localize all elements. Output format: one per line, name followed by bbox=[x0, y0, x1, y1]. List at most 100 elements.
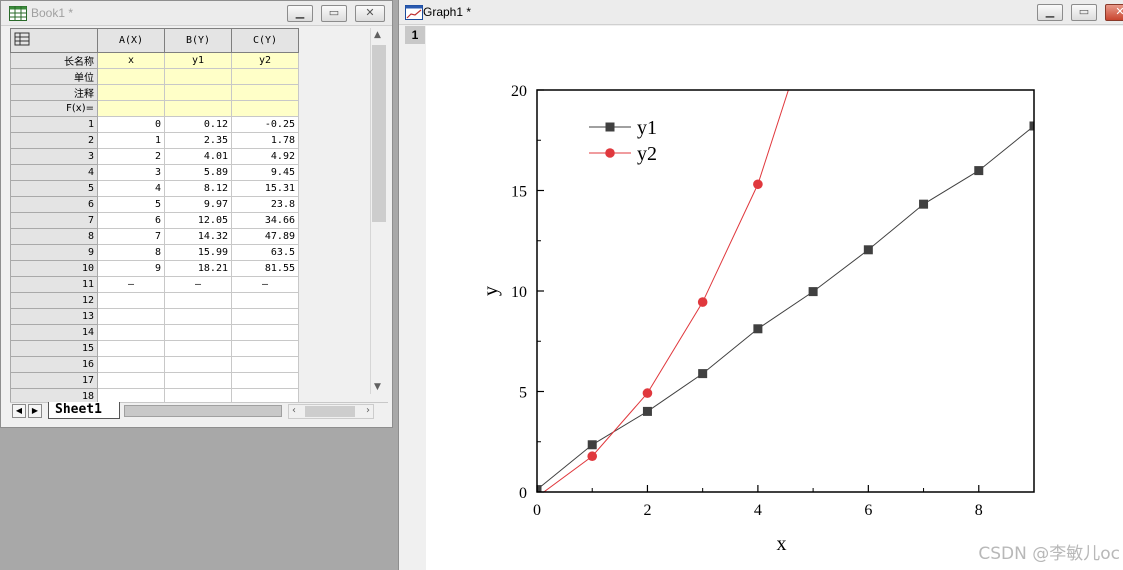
data-cell[interactable] bbox=[231, 324, 299, 341]
data-point-y1[interactable] bbox=[974, 166, 984, 176]
label-row-header[interactable]: 单位 bbox=[10, 68, 98, 85]
workbook-window[interactable]: Book1 * ▁ ▭ ✕ A(X) B(Y) C(Y) 长名称 x y1 y2 单位 注释 F(… bbox=[0, 0, 393, 428]
legend-marker-y2[interactable] bbox=[605, 148, 615, 158]
restore-button[interactable]: ▭ bbox=[321, 5, 347, 22]
legend-label-y1[interactable]: y1 bbox=[637, 117, 657, 139]
data-point-y1[interactable] bbox=[753, 324, 763, 334]
data-cell[interactable]: 9.97 bbox=[164, 196, 232, 213]
data-point-y2[interactable] bbox=[532, 492, 542, 502]
data-cell[interactable]: 9.45 bbox=[231, 164, 299, 181]
data-cell[interactable]: 15.31 bbox=[231, 180, 299, 197]
label-cell[interactable] bbox=[97, 100, 165, 117]
data-cell[interactable]: — bbox=[231, 276, 299, 293]
data-cell[interactable]: — bbox=[164, 276, 232, 293]
label-cell[interactable] bbox=[231, 84, 299, 101]
data-cell[interactable] bbox=[164, 340, 232, 357]
row-header[interactable]: 7 bbox=[10, 212, 98, 229]
label-cell[interactable]: y2 bbox=[231, 52, 299, 69]
data-cell[interactable]: -0.25 bbox=[231, 116, 299, 133]
column-header[interactable]: B(Y) bbox=[164, 28, 232, 53]
data-cell[interactable]: 2 bbox=[97, 148, 165, 165]
data-cell[interactable]: 23.8 bbox=[231, 196, 299, 213]
data-cell[interactable] bbox=[231, 308, 299, 325]
data-point-y1[interactable] bbox=[863, 245, 873, 255]
graph-window[interactable]: Graph1 * ▁ ▭ ✕ 1 0 2 4 6 8 0 5 10 15 20 x y y1 y2 CSD… bbox=[398, 0, 1123, 570]
series-line-y2[interactable] bbox=[537, 26, 1034, 497]
row-header[interactable]: 4 bbox=[10, 164, 98, 181]
legend-label-y2[interactable]: y2 bbox=[637, 143, 657, 165]
scroll-up-icon[interactable]: ▲ bbox=[374, 30, 381, 40]
data-cell[interactable]: 12.05 bbox=[164, 212, 232, 229]
column-header[interactable]: A(X) bbox=[97, 28, 165, 53]
data-cell[interactable]: 8.12 bbox=[164, 180, 232, 197]
label-row-header[interactable]: 长名称 bbox=[10, 52, 98, 69]
data-point-y2[interactable] bbox=[642, 388, 653, 398]
data-point-y2[interactable] bbox=[697, 297, 708, 307]
graph-close-button[interactable]: ✕ bbox=[1105, 4, 1123, 21]
row-header[interactable]: 10 bbox=[10, 260, 98, 277]
data-cell[interactable] bbox=[97, 372, 165, 389]
data-cell[interactable]: 4 bbox=[97, 180, 165, 197]
row-header[interactable]: 16 bbox=[10, 356, 98, 373]
graph-minimize-button[interactable]: ▁ bbox=[1037, 4, 1063, 21]
data-cell[interactable] bbox=[231, 292, 299, 309]
sheet-prev-icon[interactable]: ◀ bbox=[12, 404, 26, 418]
data-cell[interactable]: 5.89 bbox=[164, 164, 232, 181]
data-cell[interactable]: 4.92 bbox=[231, 148, 299, 165]
layer-badge[interactable]: 1 bbox=[405, 26, 425, 44]
row-header[interactable]: 12 bbox=[10, 292, 98, 309]
graph-restore-button[interactable]: ▭ bbox=[1071, 4, 1097, 21]
label-cell[interactable]: x bbox=[97, 52, 165, 69]
scroll-right-icon[interactable]: › bbox=[366, 405, 370, 416]
row-header[interactable]: 6 bbox=[10, 196, 98, 213]
line-chart[interactable]: 0 2 4 6 8 0 5 10 15 20 x y y1 y2 bbox=[426, 26, 1123, 570]
label-cell[interactable] bbox=[231, 100, 299, 117]
data-cell[interactable]: 1.78 bbox=[231, 132, 299, 149]
data-cell[interactable]: 2.35 bbox=[164, 132, 232, 149]
label-cell[interactable]: y1 bbox=[164, 52, 232, 69]
data-point-y2[interactable] bbox=[587, 451, 598, 462]
row-header[interactable]: 1 bbox=[10, 116, 98, 133]
graph-titlebar[interactable]: Graph1 * ▁ ▭ ✕ bbox=[399, 0, 1123, 25]
data-cell[interactable]: 7 bbox=[97, 228, 165, 245]
data-cell[interactable] bbox=[97, 340, 165, 357]
row-header[interactable]: 14 bbox=[10, 324, 98, 341]
vertical-scrollbar[interactable]: ▲ ▼ bbox=[370, 28, 387, 394]
data-cell[interactable]: — bbox=[97, 276, 165, 293]
sheet-tab-sheet1[interactable]: Sheet1 bbox=[48, 402, 120, 419]
data-cell[interactable]: 14.32 bbox=[164, 228, 232, 245]
data-cell[interactable]: 9 bbox=[97, 260, 165, 277]
data-cell[interactable]: 15.99 bbox=[164, 244, 232, 261]
row-header[interactable]: 15 bbox=[10, 340, 98, 357]
data-cell[interactable]: 8 bbox=[97, 244, 165, 261]
data-cell[interactable]: 6 bbox=[97, 212, 165, 229]
row-header[interactable]: 8 bbox=[10, 228, 98, 245]
data-point-y1[interactable] bbox=[919, 199, 929, 209]
row-header[interactable]: 3 bbox=[10, 148, 98, 165]
row-header[interactable]: 2 bbox=[10, 132, 98, 149]
data-cell[interactable] bbox=[231, 340, 299, 357]
row-header[interactable]: 11 bbox=[10, 276, 98, 293]
data-cell[interactable]: 18.21 bbox=[164, 260, 232, 277]
data-cell[interactable]: 5 bbox=[97, 196, 165, 213]
data-cell[interactable] bbox=[164, 292, 232, 309]
data-point-y1[interactable] bbox=[587, 440, 597, 450]
workbook-titlebar[interactable]: Book1 * ▁ ▭ ✕ bbox=[1, 1, 392, 26]
data-cell[interactable]: 34.66 bbox=[231, 212, 299, 229]
hscroll-thumb[interactable] bbox=[305, 406, 355, 417]
data-cell[interactable] bbox=[164, 372, 232, 389]
legend-marker-y1[interactable] bbox=[605, 122, 615, 132]
row-header[interactable]: 9 bbox=[10, 244, 98, 261]
scroll-left-icon[interactable]: ‹ bbox=[292, 405, 296, 416]
row-header[interactable]: 5 bbox=[10, 180, 98, 197]
close-button[interactable]: ✕ bbox=[355, 5, 385, 22]
data-cell[interactable]: 3 bbox=[97, 164, 165, 181]
data-cell[interactable]: 1 bbox=[97, 132, 165, 149]
column-header[interactable]: C(Y) bbox=[231, 28, 299, 53]
data-cell[interactable]: 4.01 bbox=[164, 148, 232, 165]
data-cell[interactable]: 47.89 bbox=[231, 228, 299, 245]
data-point-y1[interactable] bbox=[698, 369, 708, 379]
data-cell[interactable]: 81.55 bbox=[231, 260, 299, 277]
data-cell[interactable] bbox=[97, 356, 165, 373]
label-cell[interactable] bbox=[164, 100, 232, 117]
